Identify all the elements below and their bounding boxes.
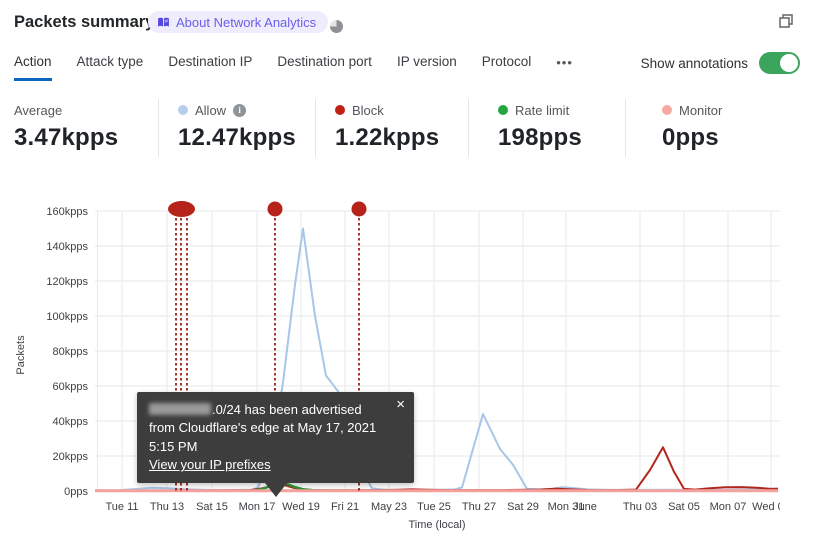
stat-label: Rate limit	[515, 102, 570, 118]
annotation-marker[interactable]	[351, 201, 367, 217]
stat-value: 1.22kpps	[335, 124, 440, 151]
legend-dot-block	[335, 105, 345, 115]
legend-dot-allow	[178, 105, 188, 115]
about-badge-label: About Network Analytics	[176, 14, 317, 30]
about-network-analytics-badge[interactable]: About Network Analytics	[148, 11, 329, 33]
dimension-tabs: Action Attack type Destination IP Destinati…	[14, 54, 573, 81]
stat-allow: Allow i 12.47kpps	[178, 102, 296, 152]
x-tick-label: Sat 29	[507, 501, 539, 513]
y-tick-label: 140kpps	[46, 241, 88, 253]
x-tick-label: Tue 25	[417, 501, 451, 513]
stat-divider	[315, 99, 316, 157]
x-tick-label: Wed 09	[752, 501, 780, 513]
tab-protocol[interactable]: Protocol	[482, 54, 532, 78]
legend-dot-monitor	[662, 105, 672, 115]
stat-divider	[625, 99, 626, 157]
packets-summary-panel: Packets summary About Network Analytics …	[0, 0, 816, 545]
x-tick-label: Thu 27	[462, 501, 496, 513]
x-tick-label: June	[573, 501, 597, 513]
tooltip-caret	[265, 482, 287, 497]
info-icon[interactable]: i	[233, 103, 247, 117]
y-tick-label: 160kpps	[46, 206, 88, 218]
view-ip-prefixes-link[interactable]: View your IP prefixes	[149, 457, 271, 472]
stat-label: Monitor	[679, 102, 723, 118]
tab-attack-type[interactable]: Attack type	[77, 54, 144, 78]
x-tick-label: Wed 19	[282, 501, 320, 513]
y-tick-label: 80kpps	[53, 346, 89, 358]
redacted-ip-prefix	[149, 403, 211, 415]
tab-action[interactable]: Action	[14, 54, 52, 81]
stat-value: 3.47kpps	[14, 124, 119, 151]
stat-label: Block	[352, 102, 384, 118]
annotation-marker[interactable]	[267, 201, 283, 217]
stat-block: Block 1.22kpps	[335, 102, 439, 152]
toggle-knob	[780, 54, 798, 72]
x-tick-label: Thu 03	[623, 501, 657, 513]
show-annotations-label: Show annotations	[640, 55, 748, 71]
x-tick-label: Fri 21	[331, 501, 359, 513]
packets-chart[interactable]: 160kpps 140kpps 120kpps 100kpps 80kpps 60kpps…	[10, 195, 780, 540]
tab-destination-port[interactable]: Destination port	[277, 54, 372, 78]
stat-value: 12.47kpps	[178, 124, 296, 151]
y-tick-label: 40kpps	[53, 416, 89, 428]
y-tick-label: 20kpps	[53, 451, 89, 463]
x-tick-label: Thu 13	[150, 501, 184, 513]
y-axis-title: Packets	[15, 335, 27, 375]
x-tick-label: Sat 05	[668, 501, 700, 513]
x-tick-label: May 23	[371, 501, 407, 513]
x-tick-label: Sat 15	[196, 501, 228, 513]
stat-divider	[158, 99, 159, 157]
tabs-more-button[interactable]: •••	[556, 54, 573, 79]
tab-ip-version[interactable]: IP version	[397, 54, 457, 78]
page-title: Packets summary	[14, 13, 155, 31]
x-axis-title: Time (local)	[408, 519, 465, 531]
stat-rate-limit: Rate limit 198pps	[498, 102, 582, 152]
y-tick-label: 100kpps	[46, 311, 88, 323]
stat-label: Average	[14, 102, 63, 118]
stat-divider	[468, 99, 469, 157]
x-tick-label: Mon 17	[239, 501, 276, 513]
stat-value: 0pps	[662, 124, 719, 151]
legend-dot-rate-limit	[498, 105, 508, 115]
stat-value: 198pps	[498, 124, 582, 151]
x-tick-label: Mon 07	[710, 501, 747, 513]
stat-average: Average 3.47kpps	[14, 102, 118, 152]
y-tick-label: 120kpps	[46, 276, 88, 288]
x-tick-label: Tue 11	[105, 501, 138, 513]
progress-pie-icon[interactable]	[330, 20, 343, 33]
show-annotations-toggle[interactable]	[759, 52, 800, 74]
annotation-marker-cluster[interactable]	[168, 201, 195, 217]
stat-label: Allow	[195, 102, 227, 118]
y-tick-label: 60kpps	[53, 381, 89, 393]
pop-out-window-icon[interactable]	[778, 13, 794, 29]
show-annotations-control: Show annotations	[641, 52, 800, 74]
y-tick-label: 0pps	[64, 486, 88, 498]
book-icon	[158, 17, 169, 27]
tab-destination-ip[interactable]: Destination IP	[168, 54, 252, 78]
annotation-tooltip: × .0/24 has been advertised from Cloudfl…	[137, 392, 414, 497]
close-icon[interactable]: ×	[396, 397, 405, 412]
stat-monitor: Monitor 0pps	[662, 102, 722, 152]
